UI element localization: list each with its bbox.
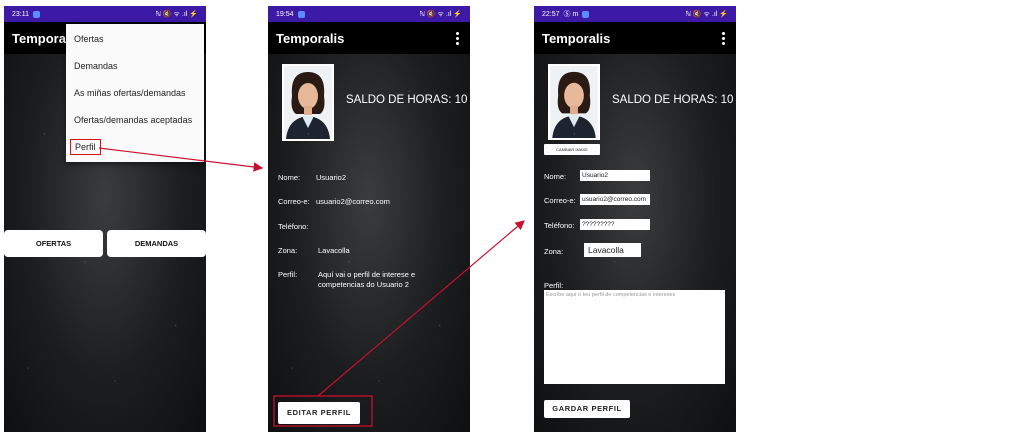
save-profile-button[interactable]: GARDAR PERFIL: [544, 400, 630, 418]
status-icons: ℕ 🔇 ᯤ .ıl ⚡: [155, 10, 198, 18]
demandas-button[interactable]: DEMANDAS: [107, 230, 206, 257]
status-time: 19:54: [276, 10, 294, 18]
label-perfil: Perfil:: [278, 270, 298, 279]
perfil-textarea[interactable]: Escribe aquí o teu perfil de competencia…: [544, 290, 725, 384]
label-correo: Correo-e:: [278, 197, 310, 206]
status-time: 23:11: [12, 10, 29, 18]
edit-profile-button[interactable]: EDITAR PERFIL: [278, 402, 360, 424]
status-bar: 19:54 ℕ 🔇 ᯤ .ıl ⚡: [268, 6, 470, 22]
label-zona: Zona:: [544, 247, 564, 256]
status-bar: 22:57 Ⓢ m ℕ 🔇 ᯤ .ıl ⚡: [534, 6, 736, 22]
app-title: Temporalis: [276, 30, 345, 46]
overflow-menu: Ofertas Demandas As miñas ofertas/demand…: [66, 24, 204, 162]
status-time: 22:57: [542, 10, 560, 18]
value-zona: Lavacolla: [318, 246, 350, 255]
portrait-image: [284, 66, 332, 139]
overflow-menu-icon[interactable]: [452, 31, 462, 45]
menu-item-my-offers[interactable]: As miñas ofertas/demandas: [66, 80, 204, 107]
overflow-menu-icon[interactable]: [718, 31, 728, 45]
menu-item-demandas[interactable]: Demandas: [66, 53, 204, 80]
portrait-image: [550, 66, 598, 138]
avatar: [548, 64, 600, 140]
status-bar: 23:11 ℕ 🔇 ᯤ .ıl ⚡: [4, 6, 206, 22]
status-icons: ℕ 🔇 ᯤ .ıl ⚡: [685, 10, 728, 18]
value-correo: usuario2@correo.com: [316, 197, 390, 206]
zona-select[interactable]: Lavacolla: [584, 243, 641, 257]
label-telefono: Teléfono:: [278, 222, 309, 231]
change-image-button[interactable]: CAMBIAR IMAXE: [544, 144, 600, 155]
label-perfil: Perfil:: [544, 281, 564, 290]
notification-icon: [297, 10, 305, 18]
notification-icon: [33, 10, 40, 18]
label-correo: Correo-e:: [544, 196, 576, 205]
screen-menu: 23:11 ℕ 🔇 ᯤ .ıl ⚡ Temporalis Ofertas Dem…: [4, 6, 206, 432]
hours-balance: SALDO DE HORAS: 10: [346, 94, 468, 106]
screen-profile: 19:54 ℕ 🔇 ᯤ .ıl ⚡ Temporalis SALDO DE HO…: [268, 6, 470, 432]
app-bar: Temporalis: [534, 22, 736, 54]
nome-input[interactable]: Usuario2: [580, 170, 650, 181]
value-perfil: Aquí vai o perfil de interese e competen…: [318, 270, 416, 289]
value-nome: Usuario2: [316, 173, 347, 182]
label-nome: Nome:: [544, 172, 567, 181]
label-telefono: Teléfono:: [544, 221, 575, 230]
avatar: [282, 64, 334, 141]
hours-balance: SALDO DE HORAS: 10: [612, 94, 734, 106]
screen-edit-profile: 22:57 Ⓢ m ℕ 🔇 ᯤ .ıl ⚡ Temporalis CAMBIAR …: [534, 6, 736, 432]
app-bar: Temporalis: [268, 22, 470, 54]
correo-input[interactable]: usuario2@correo.com: [580, 194, 650, 205]
status-extra-icons: Ⓢ m: [563, 11, 579, 18]
label-zona: Zona:: [278, 246, 298, 255]
menu-item-ofertas[interactable]: Ofertas: [66, 26, 204, 53]
notification-icon: [582, 10, 590, 18]
menu-item-accepted[interactable]: Ofertas/demandas aceptadas: [66, 107, 204, 134]
label-nome: Nome:: [278, 173, 301, 182]
status-icons: ℕ 🔇 ᯤ .ıl ⚡: [419, 10, 462, 18]
app-title: Temporalis: [542, 30, 611, 46]
ofertas-button[interactable]: OFERTAS: [4, 230, 103, 257]
telefono-input[interactable]: ?????????: [580, 219, 650, 230]
menu-item-perfil[interactable]: Perfil: [66, 134, 204, 161]
